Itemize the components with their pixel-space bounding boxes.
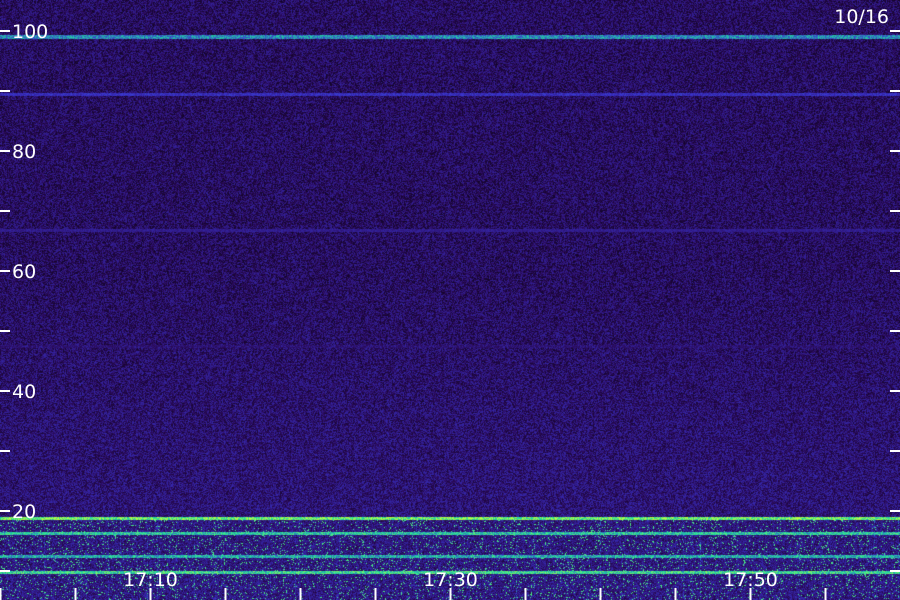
spectrogram-heatmap bbox=[0, 0, 900, 600]
x-tick-label: 17:50 bbox=[723, 569, 778, 591]
y-tick-label: 80 bbox=[12, 141, 36, 163]
y-tick-label: 40 bbox=[12, 381, 36, 403]
date-label: 10/16 bbox=[834, 6, 889, 28]
y-tick-label: 20 bbox=[12, 501, 36, 523]
spectrogram-chart: 100 80 60 40 20 17:10 17:30 17:50 10/16 bbox=[0, 0, 900, 600]
y-tick-label: 100 bbox=[12, 21, 48, 43]
x-tick-label: 17:10 bbox=[123, 569, 178, 591]
x-tick-label: 17:30 bbox=[423, 569, 478, 591]
y-tick-label: 60 bbox=[12, 261, 36, 283]
